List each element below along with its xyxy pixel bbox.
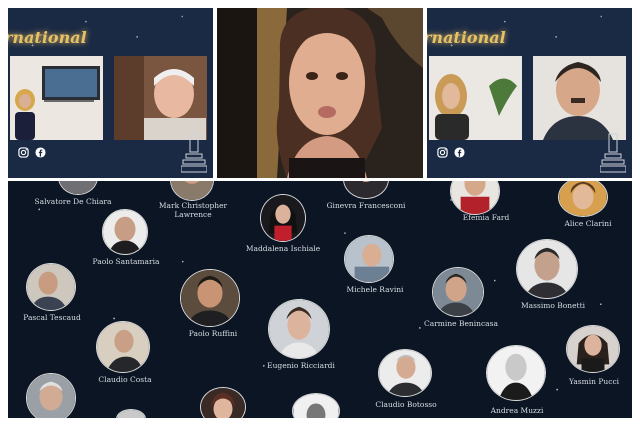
guest-avatar[interactable] (486, 345, 546, 401)
video-panel-left: rnational (8, 8, 213, 178)
main-speaker-video[interactable] (217, 8, 423, 178)
international-banner: rnational (427, 28, 506, 47)
international-banner: rnational (8, 28, 87, 47)
participant-video-tile[interactable] (10, 56, 103, 140)
guest-name: Carmine Benincasa (424, 319, 498, 328)
guest-avatar[interactable] (26, 373, 76, 418)
guest-avatar[interactable] (26, 263, 76, 311)
speaker-video-frame (217, 8, 423, 178)
guest-name: Eugenio Ricciardi (267, 361, 335, 370)
guest-name: Claudio Botosso (375, 400, 437, 409)
participant-video-tile[interactable] (114, 56, 207, 140)
guest-avatar[interactable] (432, 267, 484, 317)
guest-gallery: Salvatore De Chiara Mark Christopher Law… (8, 181, 632, 418)
guest-avatar[interactable] (344, 235, 394, 283)
facebook-icon[interactable] (35, 147, 46, 158)
video-panel-right: rnational (427, 8, 632, 178)
trophy-statue-icon (181, 133, 207, 173)
facebook-icon[interactable] (454, 147, 465, 158)
instagram-icon[interactable] (437, 147, 448, 158)
guest-name: Mark Christopher Lawrence (158, 201, 228, 219)
participant-video-tile[interactable] (429, 56, 522, 140)
trophy-statue-icon (600, 133, 626, 173)
guest-name: Paolo Santamaria (92, 257, 160, 266)
guest-avatar[interactable] (260, 194, 306, 242)
guest-name: Yasmin Pucci (568, 377, 620, 386)
participant-video-tile[interactable] (533, 56, 626, 140)
guest-avatar[interactable] (378, 349, 432, 397)
guest-avatar[interactable] (102, 209, 148, 255)
guest-avatar[interactable] (96, 321, 150, 373)
guest-name: Salvatore De Chiara (34, 197, 112, 206)
guest-name: Paolo Ruffini (188, 329, 238, 338)
guest-name: Andrea Muzzi (490, 406, 544, 415)
guest-name: Pascal Tescaud (23, 313, 81, 322)
guest-name: Claudio Costa (98, 375, 152, 384)
guest-name: Michele Ravini (346, 285, 404, 294)
guest-name: Maddalena Ischiale (245, 244, 321, 253)
guest-name: Efemia Fard (462, 213, 510, 222)
guest-name: Ginevra Francesconi (326, 201, 406, 210)
guest-name: Alice Clarini (564, 219, 612, 228)
guest-avatar[interactable] (566, 325, 620, 373)
instagram-icon[interactable] (18, 147, 29, 158)
guest-avatar[interactable] (516, 239, 578, 299)
guest-avatar[interactable] (180, 269, 240, 327)
guest-avatar[interactable] (268, 299, 330, 359)
guest-name: Massimo Bonetti (521, 301, 585, 310)
